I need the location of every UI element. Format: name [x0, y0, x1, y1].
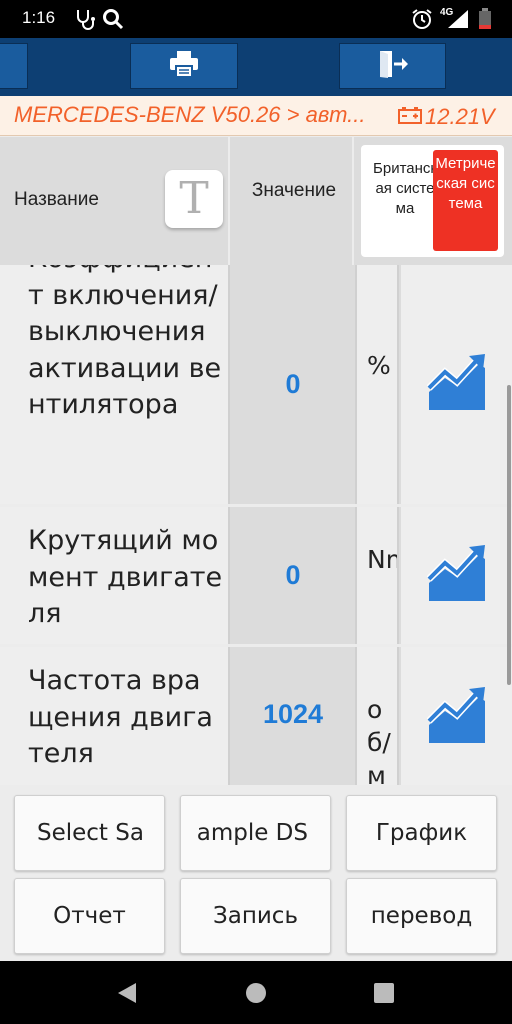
- graph-icon: [426, 353, 487, 416]
- units-metric-option[interactable]: Метрическая система: [433, 150, 498, 251]
- graph-icon: [426, 544, 487, 607]
- row-name: Крутящий момент двигателя: [28, 525, 223, 629]
- action-bar: Select Sa ample DS График Отчет Запись п…: [0, 785, 512, 961]
- record-button-label: Запись: [212, 903, 299, 929]
- battery-status-icon: [478, 8, 492, 34]
- select-sample-button-continued[interactable]: ample DS: [180, 795, 331, 871]
- header-value-cell: Значение: [232, 137, 354, 265]
- graph-button[interactable]: График: [346, 795, 497, 871]
- voltage-indicator: 12.21V: [398, 104, 495, 130]
- units-toggle: Британская система Метрическая система: [361, 145, 504, 257]
- status-bar: 1:16 4G: [0, 0, 512, 38]
- select-sample-label: Select Sa: [37, 820, 144, 846]
- units-british-option[interactable]: Британская система: [371, 159, 439, 219]
- signal-icon: [446, 8, 470, 34]
- list-scrollbar[interactable]: [507, 385, 511, 685]
- row-unit: %: [367, 351, 391, 380]
- breadcrumb-title: MERCEDES-BENZ V50.26 > авт...: [14, 102, 366, 127]
- table-header: Название T Значение Британская система М…: [0, 137, 512, 265]
- graph-button-label: График: [375, 820, 468, 846]
- row-name: Частота вращения двигателя: [28, 665, 213, 769]
- report-button-label: Отчет: [53, 903, 126, 929]
- table-row[interactable]: Частота вращения двигателя 1024 об/мин: [0, 647, 512, 785]
- battery-icon: [398, 106, 422, 128]
- graph-icon: [426, 687, 487, 749]
- voltage-value: 12.21V: [425, 104, 495, 129]
- row-graph-button[interactable]: [401, 647, 512, 785]
- row-name: Коэффициент включения/выключения активац…: [28, 265, 222, 420]
- row-unit: об/мин: [367, 695, 391, 785]
- screen: 1:16 4G MERCEDES-BENZ V50.26 > авт... 12…: [0, 0, 512, 1024]
- recents-icon[interactable]: [373, 982, 395, 1008]
- row-name-cell: Крутящий момент двигателя: [0, 507, 230, 644]
- stethoscope-icon: [74, 8, 98, 34]
- header-name-label: Название: [14, 189, 99, 210]
- row-name-cell: Частота вращения двигателя: [0, 647, 230, 785]
- translate-button[interactable]: перевод: [346, 878, 497, 954]
- title-bar: MERCEDES-BENZ V50.26 > авт... 12.21V: [0, 96, 512, 136]
- table-row[interactable]: Коэффициент включения/выключения активац…: [0, 265, 512, 507]
- back-icon[interactable]: [116, 982, 138, 1008]
- status-time: 1:16: [22, 8, 56, 27]
- row-value: 1024: [232, 647, 354, 785]
- text-size-icon: T: [179, 173, 209, 224]
- search-icon: [102, 8, 124, 34]
- translate-button-label: перевод: [370, 903, 473, 929]
- alarm-icon: [411, 8, 433, 34]
- row-graph-button[interactable]: [401, 265, 512, 504]
- exit-button[interactable]: [339, 43, 446, 89]
- header-value-label: Значение: [251, 180, 337, 201]
- row-value: 0: [232, 265, 354, 504]
- row-name-cell: Коэффициент включения/выключения активац…: [0, 265, 230, 504]
- row-value: 0: [232, 507, 354, 644]
- report-button[interactable]: Отчет: [14, 878, 165, 954]
- text-size-button[interactable]: T: [165, 170, 223, 228]
- record-button[interactable]: Запись: [180, 878, 331, 954]
- select-sample-button[interactable]: Select Sa: [14, 795, 165, 871]
- toolbar: [0, 38, 512, 96]
- data-list[interactable]: Коэффициент включения/выключения активац…: [0, 265, 512, 785]
- row-unit-cell: %: [355, 265, 399, 504]
- row-graph-button[interactable]: [401, 507, 512, 644]
- exit-icon: [377, 49, 409, 83]
- print-button[interactable]: [130, 43, 238, 89]
- printer-icon: [169, 50, 199, 82]
- system-nav-bar: [0, 961, 512, 1024]
- toolbar-left-button[interactable]: [0, 43, 28, 89]
- table-row[interactable]: Крутящий момент двигателя 0 Nm: [0, 507, 512, 647]
- select-sample-label-continued: ample DS: [196, 820, 308, 846]
- header-name-cell: Название T: [0, 137, 230, 265]
- row-unit-cell: Nm: [355, 507, 399, 644]
- row-unit: Nm: [367, 545, 397, 574]
- home-icon[interactable]: [245, 982, 267, 1008]
- row-unit-cell: об/мин: [355, 647, 399, 785]
